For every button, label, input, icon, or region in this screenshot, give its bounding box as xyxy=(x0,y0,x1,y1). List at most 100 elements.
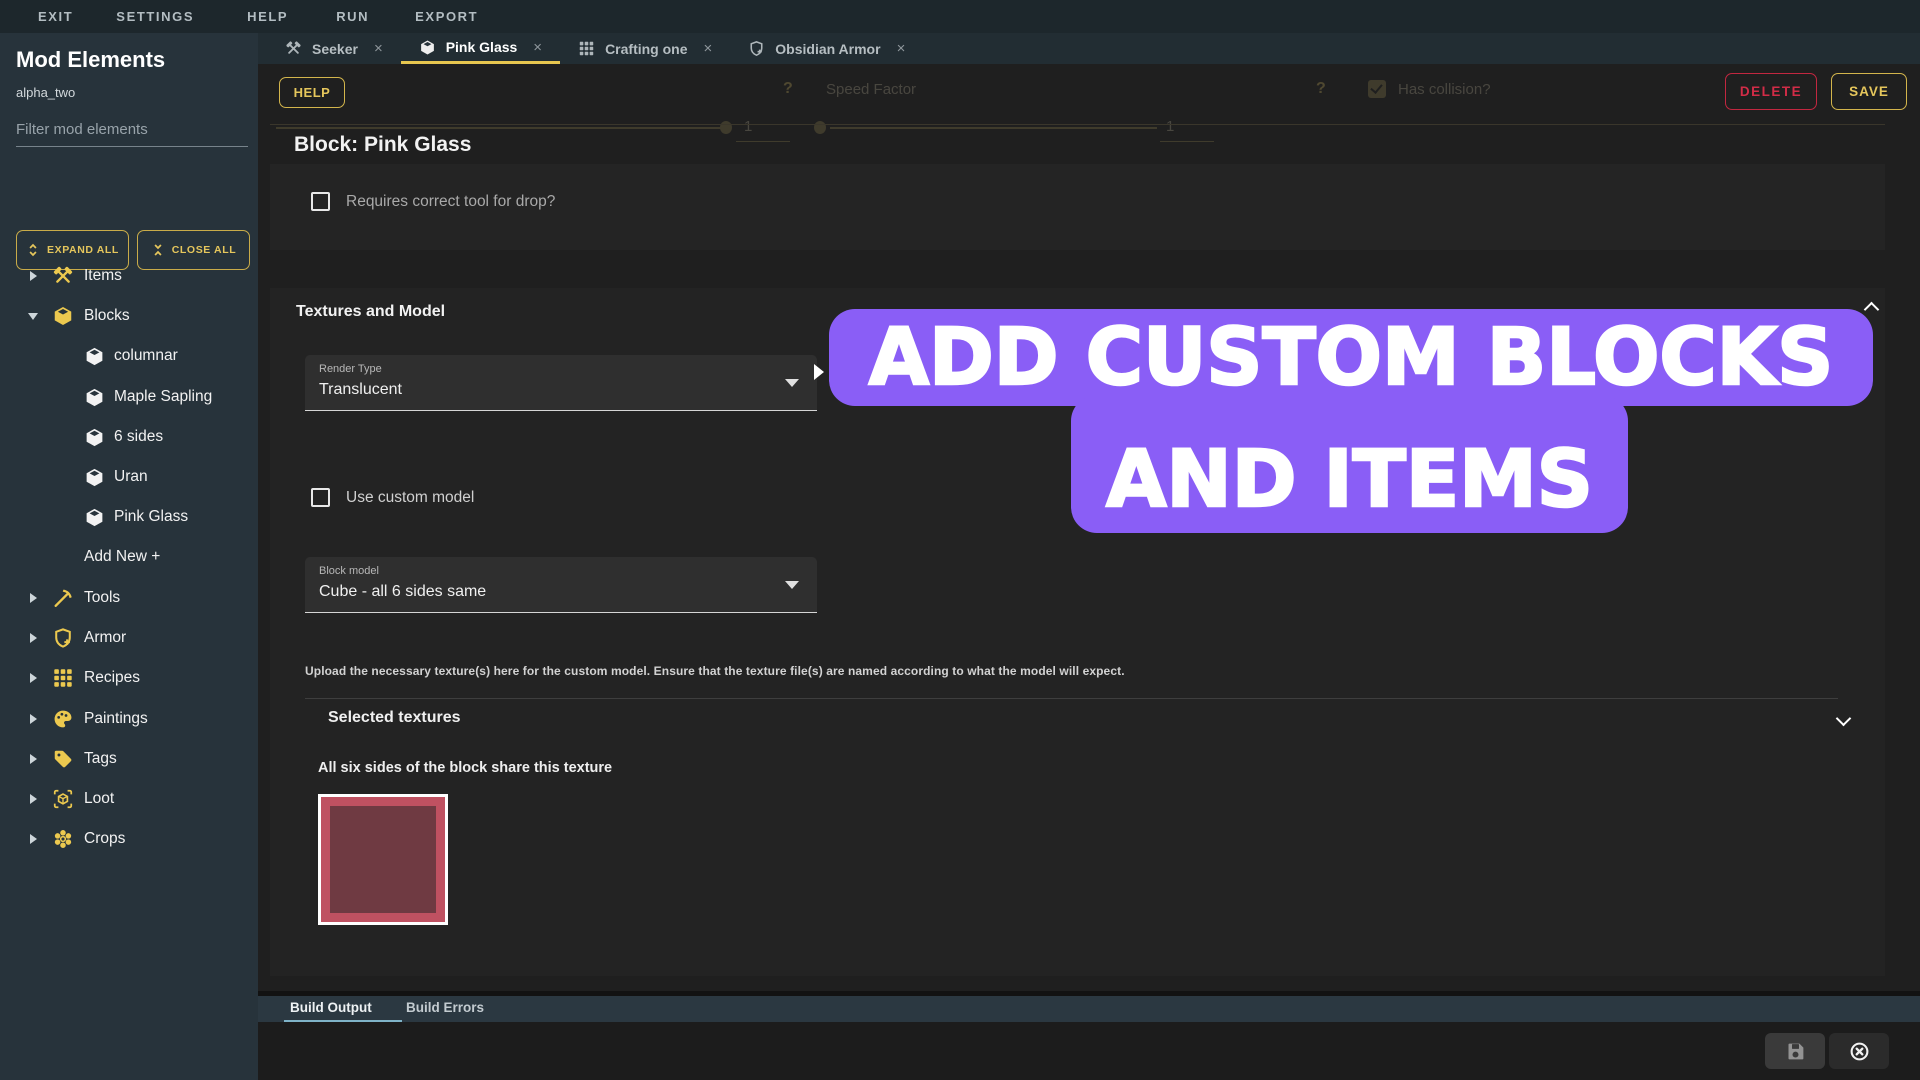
caret-down-icon xyxy=(785,581,799,589)
sidebar-item-blocks[interactable]: Blocks xyxy=(0,301,258,331)
expand-all-label: EXPAND ALL xyxy=(47,244,119,256)
selected-textures-title: Selected textures xyxy=(328,709,461,727)
sidebar-item-crops[interactable]: Crops xyxy=(0,824,258,854)
tab-build-output[interactable]: Build Output xyxy=(290,1000,372,1015)
sidebar-item-6-sides[interactable]: 6 sides xyxy=(0,422,258,452)
chevron-right-icon[interactable] xyxy=(30,714,37,724)
loot-icon xyxy=(52,788,74,810)
tools-icon xyxy=(285,40,302,57)
tab-crafting-one[interactable]: Crafting one × xyxy=(560,33,730,64)
tab-bar: Seeker × Pink Glass × Crafting one × Obs… xyxy=(258,33,1920,64)
tab-label: Pink Glass xyxy=(446,39,518,55)
ghost-underline xyxy=(736,141,790,142)
close-icon[interactable]: × xyxy=(374,40,383,57)
chevron-right-icon[interactable] xyxy=(30,271,37,281)
sidebar-item-armor[interactable]: Armor xyxy=(0,623,258,653)
sidebar-item-pink-glass[interactable]: Pink Glass xyxy=(0,502,258,532)
requires-tool-checkbox[interactable] xyxy=(311,192,330,211)
shield-plus-icon xyxy=(52,627,74,649)
sidebar-item-label: 6 sides xyxy=(114,428,163,446)
chevron-right-icon[interactable] xyxy=(30,673,37,683)
tab-pink-glass[interactable]: Pink Glass × xyxy=(401,33,560,64)
menu-help[interactable]: HELP xyxy=(247,9,288,24)
sidebar-item-add-new[interactable]: Add New + xyxy=(0,542,258,572)
menu-exit[interactable]: EXIT xyxy=(38,9,73,24)
drop-settings-panel: Requires correct tool for drop? xyxy=(270,164,1885,250)
chevron-down-icon[interactable] xyxy=(28,313,38,320)
tab-build-errors[interactable]: Build Errors xyxy=(406,1000,484,1015)
workspace-name: alpha_two xyxy=(16,85,75,100)
sidebar-item-label: Tools xyxy=(84,589,120,607)
crops-icon xyxy=(52,828,74,850)
close-icon[interactable]: × xyxy=(704,40,713,57)
sidebar-item-items[interactable]: Items xyxy=(0,261,258,291)
sidebar-item-tools[interactable]: Tools xyxy=(0,583,258,613)
ghost-slider-thumb xyxy=(720,121,732,134)
select-label: Block model xyxy=(319,565,379,577)
upload-hint-text: Upload the necessary texture(s) here for… xyxy=(305,664,1125,678)
tab-obsidian-armor[interactable]: Obsidian Armor × xyxy=(730,33,923,64)
shield-plus-icon xyxy=(748,40,765,57)
texture-swatch[interactable] xyxy=(318,794,448,925)
overlay-banner-line1: ADD CUSTOM BLOCKS xyxy=(829,309,1873,406)
floppy-icon xyxy=(1785,1041,1806,1062)
cube-icon xyxy=(84,387,105,408)
close-icon[interactable]: × xyxy=(897,40,906,57)
grid-icon xyxy=(52,667,74,689)
chevron-down-icon[interactable] xyxy=(1836,711,1852,727)
sidebar-item-recipes[interactable]: Recipes xyxy=(0,663,258,693)
sidebar-item-label: Paintings xyxy=(84,710,148,728)
unfold-icon xyxy=(26,243,40,257)
sidebar-item-paintings[interactable]: Paintings xyxy=(0,704,258,734)
tab-label: Obsidian Armor xyxy=(775,41,880,57)
tab-label: Seeker xyxy=(312,41,358,57)
sidebar-item-loot[interactable]: Loot xyxy=(0,784,258,814)
tab-label: Crafting one xyxy=(605,41,687,57)
sidebar-item-maple-sapling[interactable]: Maple Sapling xyxy=(0,382,258,412)
sidebar-item-columnar[interactable]: columnar xyxy=(0,341,258,371)
cube-icon xyxy=(52,305,74,327)
delete-button[interactable]: DELETE xyxy=(1725,73,1817,110)
section-title: Textures and Model xyxy=(296,303,445,321)
chevron-right-icon[interactable] xyxy=(30,834,37,844)
filter-input[interactable] xyxy=(16,117,248,147)
sidebar-item-label: Recipes xyxy=(84,669,140,687)
chevron-right-icon[interactable] xyxy=(30,593,37,603)
tab-seeker[interactable]: Seeker × xyxy=(267,33,401,64)
use-custom-model-checkbox[interactable] xyxy=(311,488,330,507)
help-button[interactable]: HELP xyxy=(279,77,345,108)
chevron-right-icon[interactable] xyxy=(30,754,37,764)
close-all-label: CLOSE ALL xyxy=(172,244,237,256)
ghost-question-icon: ? xyxy=(1316,80,1326,98)
console-output-area xyxy=(258,1022,1920,1080)
sidebar: Mod Elements alpha_two EXPAND ALL CLOSE … xyxy=(0,33,258,1080)
fold-icon xyxy=(151,243,165,257)
ghost-has-collision-label: Has collision? xyxy=(1398,81,1491,98)
sidebar-item-label: columnar xyxy=(114,347,178,365)
chevron-right-icon[interactable] xyxy=(30,633,37,643)
sidebar-item-tags[interactable]: Tags xyxy=(0,744,258,774)
save-log-button[interactable] xyxy=(1765,1033,1825,1069)
render-type-select[interactable]: Render Type Translucent xyxy=(305,355,817,411)
ghost-checkbox-checked xyxy=(1368,80,1386,98)
sidebar-title: Mod Elements xyxy=(16,47,165,73)
sidebar-item-uran[interactable]: Uran xyxy=(0,462,258,492)
palette-icon xyxy=(52,708,74,730)
ghost-slider-value: 1 xyxy=(1166,118,1174,135)
menu-run[interactable]: RUN xyxy=(336,9,369,24)
cube-icon xyxy=(84,346,105,367)
requires-tool-label: Requires correct tool for drop? xyxy=(346,193,555,211)
chevron-right-icon[interactable] xyxy=(30,794,37,804)
menubar: EXIT SETTINGS HELP RUN EXPORT xyxy=(0,0,1920,33)
menu-export[interactable]: EXPORT xyxy=(415,9,478,24)
clear-log-button[interactable] xyxy=(1829,1033,1889,1069)
ghost-slider-thumb xyxy=(814,121,826,134)
select-label: Render Type xyxy=(319,363,382,375)
ghost-slider-track xyxy=(276,127,727,129)
grid-icon xyxy=(578,40,595,57)
menu-settings[interactable]: SETTINGS xyxy=(116,9,194,24)
close-icon[interactable]: × xyxy=(533,39,542,56)
block-model-select[interactable]: Block model Cube - all 6 sides same xyxy=(305,557,817,613)
save-button[interactable]: SAVE xyxy=(1831,73,1907,110)
circle-x-icon xyxy=(1849,1041,1870,1062)
